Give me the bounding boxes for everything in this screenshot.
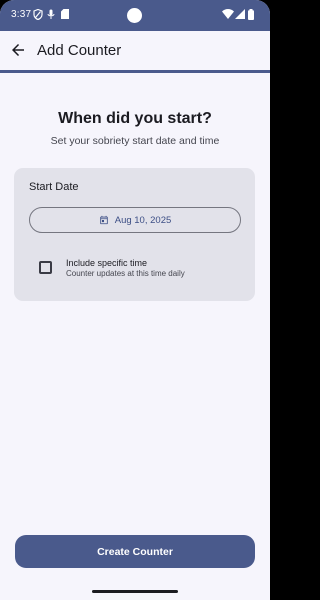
question-heading: When did you start? [58,110,212,127]
status-bar: 3:37 [0,0,270,31]
question-subheading: Set your sobriety start date and time [50,135,220,147]
home-indicator[interactable] [92,590,178,593]
status-time: 3:37 [11,9,32,20]
include-time-label: Include specific time [66,258,148,268]
selected-date: Aug 10, 2025 [114,214,172,226]
create-counter-label: Create Counter [97,545,173,558]
location-icon [47,9,55,19]
sim-card-icon [61,9,69,19]
start-date-card: Start Date Aug 10, 2025 Include specific… [14,168,255,301]
include-time-description: Counter updates at this time daily [66,269,185,278]
app-screen: 3:37 Add Counter When did you start? Set… [0,0,270,600]
front-camera [127,8,142,23]
battery-icon [248,9,254,20]
card-title: Start Date [29,181,79,193]
signal-icon [235,9,245,19]
calendar-icon [99,215,108,225]
vpn-shield-icon [33,9,43,20]
date-picker-button[interactable]: Aug 10, 2025 [29,207,241,233]
wifi-icon [222,9,234,19]
top-app-bar: Add Counter [0,31,270,73]
include-time-checkbox[interactable] [39,261,52,274]
create-counter-button[interactable]: Create Counter [15,535,255,568]
arrow-back-icon[interactable] [9,41,27,59]
page-title: Add Counter [37,42,122,59]
